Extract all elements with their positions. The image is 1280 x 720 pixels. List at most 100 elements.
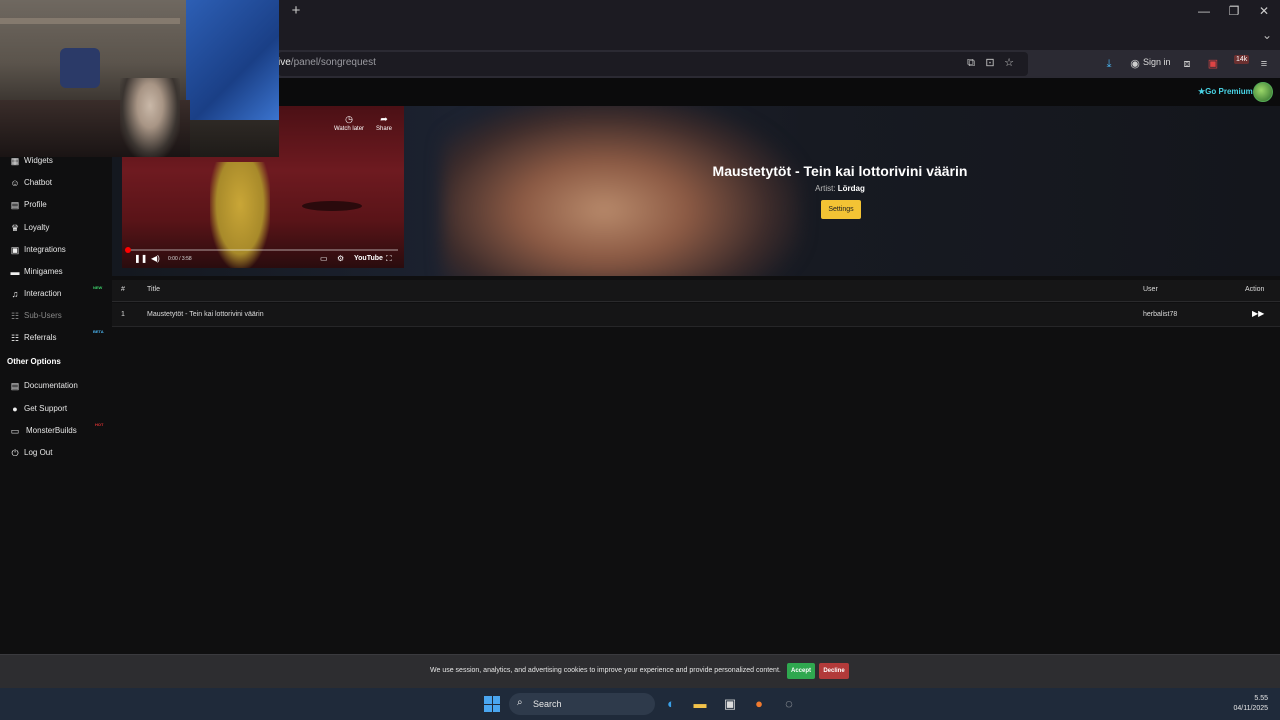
webcam-overlay: [0, 0, 279, 157]
sidebar-item-sub-users[interactable]: ☷ Sub-Users: [0, 307, 112, 327]
tab-list-chevron-icon[interactable]: ⌄: [1262, 28, 1272, 42]
clock-time: 5.55: [1254, 695, 1268, 702]
column-action: Action: [1245, 286, 1265, 293]
firefox-icon[interactable]: ●: [750, 695, 768, 713]
captions-icon[interactable]: ▭: [320, 254, 328, 264]
sidebar-item-integrations[interactable]: ▣ Integrations: [0, 241, 112, 261]
sidebar-item-label: Loyalty: [24, 223, 50, 232]
sidebar-item-chatbot[interactable]: ☺ Chatbot: [0, 174, 112, 194]
support-icon: ●: [12, 404, 18, 414]
cookie-banner: We use session, analytics, and advertisi…: [0, 654, 1280, 688]
now-playing-title: Maustetytöt - Tein kai lottorivini vääri…: [712, 163, 968, 179]
decline-cookies-button[interactable]: Decline: [819, 663, 849, 679]
search-icon: ⌕: [517, 697, 523, 708]
sidebar-item-label: Referrals: [24, 333, 57, 342]
avatar[interactable]: [1253, 82, 1273, 102]
clock-date: 04/11/2025: [1233, 705, 1268, 712]
clock-icon: ◷: [345, 114, 353, 124]
artist-name: Lördag: [837, 184, 865, 193]
video-table: [302, 201, 362, 211]
profile-icon: ▤: [10, 200, 20, 210]
windows-start-icon[interactable]: [484, 696, 500, 712]
settings-button[interactable]: Settings: [821, 200, 861, 219]
sidebar-item-label: Interaction: [24, 289, 62, 298]
music-note-icon: ♫: [11, 289, 19, 299]
taskbar: ⌕ Search ◐ ▬ ▣ ● ◌ 5.55 04/11/2025: [0, 688, 1280, 720]
sidebar-item-loyalty[interactable]: ♛ Loyalty: [0, 219, 112, 239]
picture-in-picture-icon[interactable]: ⧉: [965, 57, 977, 69]
sidebar-item-profile[interactable]: ▤ Profile: [0, 196, 112, 216]
go-premium-link[interactable]: ★Go Premium: [1198, 87, 1253, 96]
extension-red-icon[interactable]: ▣: [1206, 57, 1220, 71]
bookmark-star-icon[interactable]: ☆: [1003, 57, 1015, 69]
share-label: Share: [375, 126, 392, 132]
new-tab-button[interactable]: +: [288, 3, 304, 19]
artist-label: Artist:: [815, 184, 836, 193]
minimize-button[interactable]: —: [1196, 3, 1212, 19]
menu-hamburger-icon[interactable]: ≡: [1257, 57, 1271, 71]
save-page-icon[interactable]: ⊡: [984, 57, 996, 69]
artist-line: Artist: Lördag: [780, 184, 900, 193]
sidebar-item-label: Profile: [24, 200, 47, 209]
sidebar-item-documentation[interactable]: ▤ Documentation: [0, 377, 112, 397]
column-number: #: [121, 286, 125, 293]
extension-badge[interactable]: 14k: [1234, 55, 1250, 64]
logout-icon: ⏻: [11, 448, 19, 458]
accept-cookies-button[interactable]: Accept: [787, 663, 815, 679]
taskbar-search[interactable]: ⌕ Search: [509, 693, 655, 715]
restore-button[interactable]: ❐: [1226, 3, 1242, 19]
address-bar[interactable]: ive/panel/songrequest: [278, 52, 1028, 76]
share-button[interactable]: ➦ Share: [374, 114, 394, 132]
gear-icon[interactable]: ⚙: [337, 254, 344, 264]
gamepad-icon: ▬: [10, 267, 20, 277]
system-clock[interactable]: 5.55 04/11/2025: [1200, 694, 1268, 714]
time-display: 0:00 / 3:58: [168, 256, 192, 262]
webcam-tapestry: [186, 0, 279, 120]
row-user: herbalist78: [1143, 311, 1178, 318]
other-options-heading: Other Options: [7, 357, 61, 366]
download-icon[interactable]: ⤓: [1102, 57, 1116, 71]
skip-forward-icon[interactable]: ▶▶: [1252, 309, 1264, 318]
account-icon[interactable]: ◉: [1128, 57, 1142, 71]
row-number: 1: [121, 311, 125, 318]
sidebar-item-get-support[interactable]: ● Get Support: [0, 400, 112, 420]
youtube-logo[interactable]: YouTube: [354, 255, 383, 262]
sidebar-item-monsterbuilds[interactable]: ▭ MonsterBuilds HOT: [0, 422, 112, 442]
webcam-bag: [60, 48, 100, 88]
cookie-text: We use session, analytics, and advertisi…: [430, 667, 781, 674]
documentation-icon: ▤: [10, 381, 20, 391]
app-notification-icon[interactable]: ◌: [780, 695, 798, 713]
referrals-icon: ☷: [10, 333, 20, 343]
extensions-icon[interactable]: ⧈: [1180, 57, 1194, 71]
sidebar-item-label: Log Out: [24, 448, 53, 457]
users-icon: ☷: [10, 311, 20, 321]
sidebar-item-label: Minigames: [24, 267, 63, 276]
fullscreen-icon[interactable]: ⛶: [386, 254, 392, 264]
new-badge: NEW: [93, 285, 103, 290]
progress-bar[interactable]: [128, 249, 398, 251]
hot-badge: HOT: [95, 422, 104, 427]
progress-scrubber[interactable]: [125, 247, 131, 253]
url-text: ive/panel/songrequest: [278, 57, 376, 68]
store-icon[interactable]: ▣: [721, 695, 739, 713]
column-user: User: [1143, 286, 1158, 293]
sidebar-item-interaction[interactable]: ♫ Interaction NEW: [0, 285, 112, 305]
sign-in-button[interactable]: Sign in: [1143, 57, 1171, 67]
watch-later-label: Watch later: [333, 126, 365, 132]
chatbot-icon: ☺: [10, 178, 20, 188]
sidebar-item-label: Widgets: [24, 156, 53, 165]
laptop-icon: ▭: [10, 426, 20, 436]
pause-icon[interactable]: ❚❚: [134, 254, 147, 264]
sidebar-item-log-out[interactable]: ⏻ Log Out: [0, 444, 112, 464]
close-window-button[interactable]: ✕: [1256, 3, 1272, 19]
video-subject: [210, 162, 270, 268]
integrations-icon: ▣: [10, 245, 20, 255]
widgets-icon: ▦: [10, 156, 20, 166]
watch-later-button[interactable]: ◷ Watch later: [332, 114, 366, 132]
edge-browser-icon[interactable]: ◐: [662, 695, 680, 713]
sidebar-item-referrals[interactable]: ☷ Referrals BETA: [0, 329, 112, 349]
volume-icon[interactable]: ◀): [151, 254, 160, 264]
file-explorer-icon[interactable]: ▬: [691, 695, 709, 713]
table-row: 1 Maustetytöt - Tein kai lottorivini vää…: [112, 303, 1280, 327]
sidebar-item-minigames[interactable]: ▬ Minigames: [0, 263, 112, 283]
